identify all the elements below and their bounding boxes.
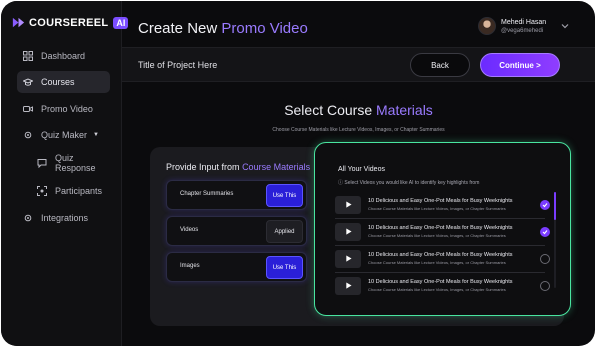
video-list-item[interactable]: 10 Delicious and Easy One-Pot Meals for … — [335, 247, 550, 270]
scan-user-icon — [37, 186, 47, 196]
video-thumbnail — [335, 276, 361, 295]
video-text: 10 Delicious and Easy One-Pot Meals for … — [368, 225, 540, 238]
sidebar-item-participants[interactable]: Participants — [31, 180, 111, 202]
sidebar-item-label: Quiz Response — [55, 153, 96, 173]
gear-icon — [24, 131, 32, 139]
sidebar-item-label: Courses — [41, 77, 75, 87]
play-icon — [345, 255, 352, 262]
sidebar-item-label: Dashboard — [41, 51, 86, 61]
video-checkbox[interactable] — [540, 226, 550, 237]
project-title[interactable]: Title of Project Here — [138, 60, 217, 70]
section-title: Select Course Materials — [122, 102, 595, 118]
sidebar: COURSEREEL AI Dashboard Courses Promo Vi… — [1, 1, 129, 346]
divider — [335, 218, 545, 219]
play-icon — [345, 282, 352, 289]
project-toolbar: Title of Project Here Back Continue > — [122, 47, 595, 82]
applied-button[interactable]: Applied — [266, 220, 303, 243]
video-checkbox[interactable] — [540, 280, 550, 291]
sidebar-item-label: Quiz Maker — [41, 130, 88, 140]
video-list-item[interactable]: 10 Delicious and Easy One-Pot Meals for … — [335, 193, 550, 216]
user-handle: @vega6mehedi — [501, 27, 544, 34]
input-option-images: Images Use This — [166, 252, 307, 282]
logo-icon — [12, 17, 25, 28]
chevron-down-icon — [561, 24, 569, 29]
input-source-title: Provide Input from Course Materials — [166, 162, 310, 172]
video-text: 10 Delicious and Easy One-Pot Meals for … — [368, 252, 540, 265]
sidebar-item-courses[interactable]: Courses — [17, 71, 110, 93]
video-title: 10 Delicious and Easy One-Pot Meals for … — [368, 225, 513, 231]
checkmark-icon — [542, 229, 548, 234]
video-thumbnail — [335, 195, 361, 214]
gear-icon — [24, 214, 32, 222]
input-option-videos: Videos Applied — [166, 216, 307, 246]
video-description: Choose Course Materials like Lecture Vid… — [368, 260, 506, 265]
sidebar-item-label: Promo Video — [41, 104, 93, 114]
continue-button[interactable]: Continue > — [480, 53, 560, 77]
input-source-title-prefix: Provide Input from — [166, 162, 240, 172]
page-title-prefix: Create New — [138, 20, 218, 37]
play-icon — [345, 201, 352, 208]
videos-hint-text: Select Videos you would like AI to ident… — [344, 180, 480, 186]
video-list-item[interactable]: 10 Delicious and Easy One-Pot Meals for … — [335, 220, 550, 243]
use-this-button[interactable]: Use This — [266, 256, 303, 279]
use-this-button[interactable]: Use This — [266, 184, 303, 207]
chat-bubble-icon — [37, 159, 47, 168]
checkmark-icon — [542, 202, 548, 207]
back-button[interactable]: Back — [410, 53, 470, 77]
sidebar-item-integrations[interactable]: Integrations — [17, 207, 110, 229]
section-title-prefix: Select Course — [284, 102, 373, 118]
grid-icon — [23, 51, 33, 61]
user-name: Mehedi Hasan — [501, 18, 547, 26]
video-description: Choose Course Materials like Lecture Vid… — [368, 206, 506, 211]
divider — [335, 272, 545, 273]
sidebar-item-label: Participants — [55, 186, 103, 196]
brand-name: COURSEREEL — [29, 16, 109, 29]
video-description: Choose Course Materials like Lecture Vid… — [368, 287, 506, 292]
video-checkbox[interactable] — [540, 253, 550, 264]
sidebar-item-label: Integrations — [41, 213, 89, 223]
app-window: COURSEREEL AI Dashboard Courses Promo Vi… — [1, 1, 595, 346]
play-icon — [345, 228, 352, 235]
user-info: Mehedi Hasan @vega6mehedi — [501, 19, 546, 34]
divider — [335, 245, 545, 246]
video-text: 10 Delicious and Easy One-Pot Meals for … — [368, 279, 540, 292]
scrollbar-thumb[interactable] — [554, 192, 556, 220]
video-checkbox[interactable] — [540, 199, 550, 210]
sidebar-item-quiz-response[interactable]: Quiz Response — [31, 152, 111, 174]
user-menu[interactable]: Mehedi Hasan @vega6mehedi — [478, 17, 569, 35]
page-title-accent: Promo Video — [221, 20, 308, 37]
caret-down-icon: ▼ — [93, 132, 99, 138]
video-title: 10 Delicious and Easy One-Pot Meals for … — [368, 198, 513, 204]
video-list-item[interactable]: 10 Delicious and Easy One-Pot Meals for … — [335, 274, 550, 297]
input-option-label: Videos — [180, 227, 199, 233]
video-thumbnail — [335, 222, 361, 241]
graduation-cap-icon — [23, 78, 33, 86]
avatar — [478, 17, 496, 35]
video-text: 10 Delicious and Easy One-Pot Meals for … — [368, 198, 540, 211]
input-source-title-accent: Course Materials — [242, 162, 311, 172]
video-title: 10 Delicious and Easy One-Pot Meals for … — [368, 252, 513, 258]
section-title-accent: Materials — [376, 102, 433, 118]
input-option-chapter-summaries: Chapter Summaries Use This — [166, 180, 307, 210]
sidebar-item-quiz-maker[interactable]: Quiz Maker ▼ — [17, 124, 110, 146]
video-title: 10 Delicious and Easy One-Pot Meals for … — [368, 279, 513, 285]
videos-title: All Your Videos — [338, 166, 385, 173]
section-subtitle: Choose Course Materials like Lecture Vid… — [272, 127, 445, 133]
sidebar-item-dashboard[interactable]: Dashboard — [17, 45, 110, 67]
input-option-label: Images — [180, 263, 200, 269]
video-description: Choose Course Materials like Lecture Vid… — [368, 233, 506, 238]
brand-badge: AI — [113, 16, 129, 29]
video-thumbnail — [335, 249, 361, 268]
videos-hint: ⓘ Select Videos you would like AI to ide… — [338, 179, 479, 186]
sidebar-item-promo-video[interactable]: Promo Video — [17, 98, 110, 120]
brand-logo[interactable]: COURSEREEL AI — [11, 15, 129, 30]
input-option-label: Chapter Summaries — [180, 191, 234, 197]
page-title: Create New Promo Video — [138, 20, 308, 37]
video-camera-icon — [23, 106, 33, 112]
